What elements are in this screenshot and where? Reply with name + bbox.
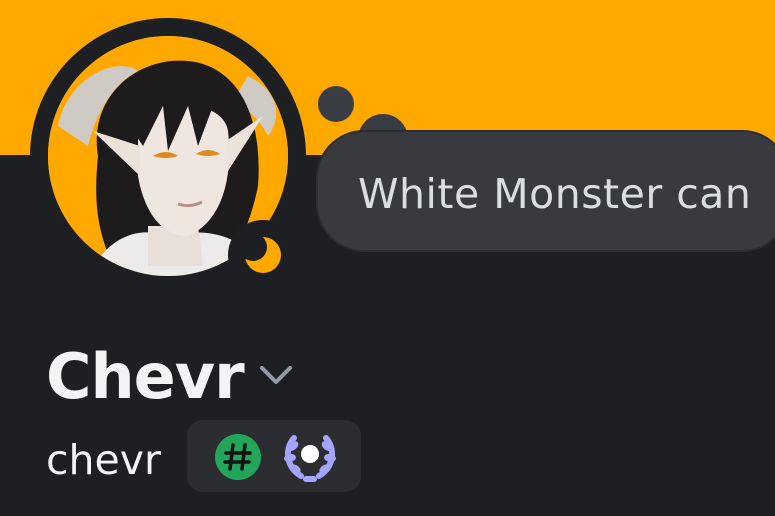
display-name: Chevr <box>46 340 245 413</box>
custom-status-text: White Monster can <box>358 170 752 218</box>
laurel-badge-icon[interactable] <box>281 430 339 484</box>
username: chevr <box>46 436 161 484</box>
hash-badge-icon[interactable] <box>214 433 262 481</box>
thought-bubble-dot-small <box>318 86 354 122</box>
moon-icon <box>239 233 281 273</box>
chevron-down-icon[interactable] <box>258 362 294 390</box>
